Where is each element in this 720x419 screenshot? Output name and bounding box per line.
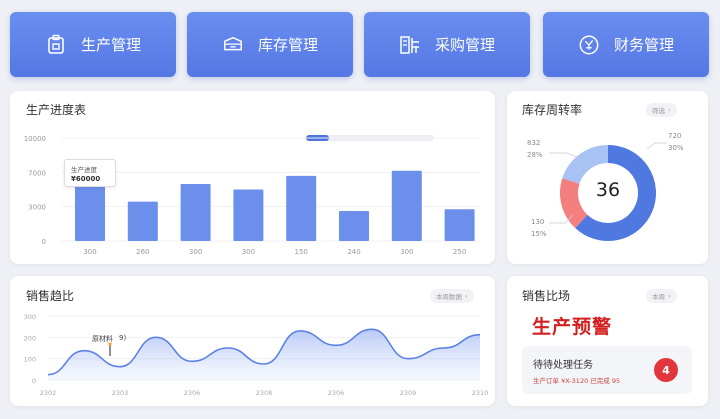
pending-task-badge: 4 <box>654 358 678 382</box>
sales-marker-label: 原材料 9) <box>92 334 126 344</box>
alerts-filter-dropdown[interactable]: 本周 › <box>646 289 677 303</box>
y-tick-label: 100 <box>24 356 36 364</box>
y-tick-label: 200 <box>24 334 36 342</box>
bar <box>180 184 211 241</box>
nav-purchase-label: 采购管理 <box>434 36 495 54</box>
inventory-icon <box>222 34 244 56</box>
sales-trend-title: 销售趋比 <box>26 289 75 303</box>
x-tick-label: 250 <box>453 248 466 256</box>
production-icon <box>45 34 67 56</box>
bar <box>391 170 422 241</box>
y-tick-label: 7000 <box>28 169 46 177</box>
y-tick-label: 10000 <box>24 135 46 143</box>
x-tick-label: 300 <box>83 248 96 256</box>
production-title: 生产进度表 <box>26 103 87 117</box>
sales-filter-label: 本周数据 <box>436 293 462 301</box>
chevron-down-icon: › <box>668 292 671 300</box>
alerts-title: 销售比场 <box>522 289 571 303</box>
nav-finance-button[interactable]: 财务管理 <box>543 12 709 77</box>
x-tick-label: 2309 <box>400 389 417 397</box>
production-tooltip: 生产进度 ¥60000 <box>64 159 116 187</box>
y-tick-label: 300 <box>24 313 36 321</box>
x-tick-label: 2308 <box>256 389 273 397</box>
x-tick-label: 2306 <box>184 389 201 397</box>
purchase-icon <box>399 34 421 56</box>
nav-inventory-label: 库存管理 <box>257 36 318 54</box>
x-tick-label: 2310 <box>472 389 489 397</box>
pending-task-subtitle: 生产订单 ¥X-3120 已完成 95 <box>533 377 621 385</box>
y-tick-label: 0 <box>42 238 46 246</box>
x-tick-label: 2303 <box>112 389 129 397</box>
x-tick-label: 2302 <box>40 389 57 397</box>
pending-task-item[interactable]: 待待处理任务 生产订单 ¥X-3120 已完成 95 4 <box>522 346 692 394</box>
nav-inventory-button[interactable]: 库存管理 <box>187 12 353 77</box>
nav-finance-label: 财务管理 <box>613 36 674 54</box>
production-bar-chart: 10000 7000 3000 0 300 260 300 300 150 240 300 250 <box>24 135 480 256</box>
bar <box>233 189 264 241</box>
x-tick-label: 300 <box>400 248 413 256</box>
tooltip-label: 生产进度 <box>71 166 97 174</box>
donut-leader-lines <box>549 142 667 224</box>
bar <box>75 182 105 241</box>
x-tick-label: 300 <box>189 248 202 256</box>
y-tick-label: 0 <box>32 377 36 385</box>
production-warning-heading: 生产预警 <box>532 316 613 338</box>
x-tick-label: 150 <box>295 248 308 256</box>
nav-production-label: 生产管理 <box>80 36 141 54</box>
x-tick-label: 260 <box>136 248 149 256</box>
nav-production-button[interactable]: 生产管理 <box>10 12 176 77</box>
sales-marker-name: 原材料 <box>92 335 113 343</box>
nav-purchase-button[interactable]: 采购管理 <box>364 12 530 77</box>
sales-filter-dropdown[interactable]: 本周数据 › <box>430 289 474 303</box>
pending-task-title: 待待处理任务 <box>533 360 593 371</box>
x-tick-label: 2306 <box>328 389 345 397</box>
y-tick-label: 3000 <box>28 204 46 212</box>
sales-area-chart: 300 200 100 0 2302 2303 2306 2308 2306 2309 2310 <box>24 313 489 397</box>
x-tick-label: 240 <box>347 248 360 256</box>
chevron-down-icon: › <box>465 292 468 300</box>
bar <box>339 211 369 241</box>
finance-icon <box>578 34 600 56</box>
bar <box>286 175 317 241</box>
bar <box>127 201 158 241</box>
sales-marker-value: 9) <box>119 334 127 342</box>
bar <box>444 209 475 241</box>
tooltip-value: ¥60000 <box>71 175 101 183</box>
alerts-filter-label: 本周 <box>652 293 665 301</box>
x-tick-label: 300 <box>242 248 255 256</box>
